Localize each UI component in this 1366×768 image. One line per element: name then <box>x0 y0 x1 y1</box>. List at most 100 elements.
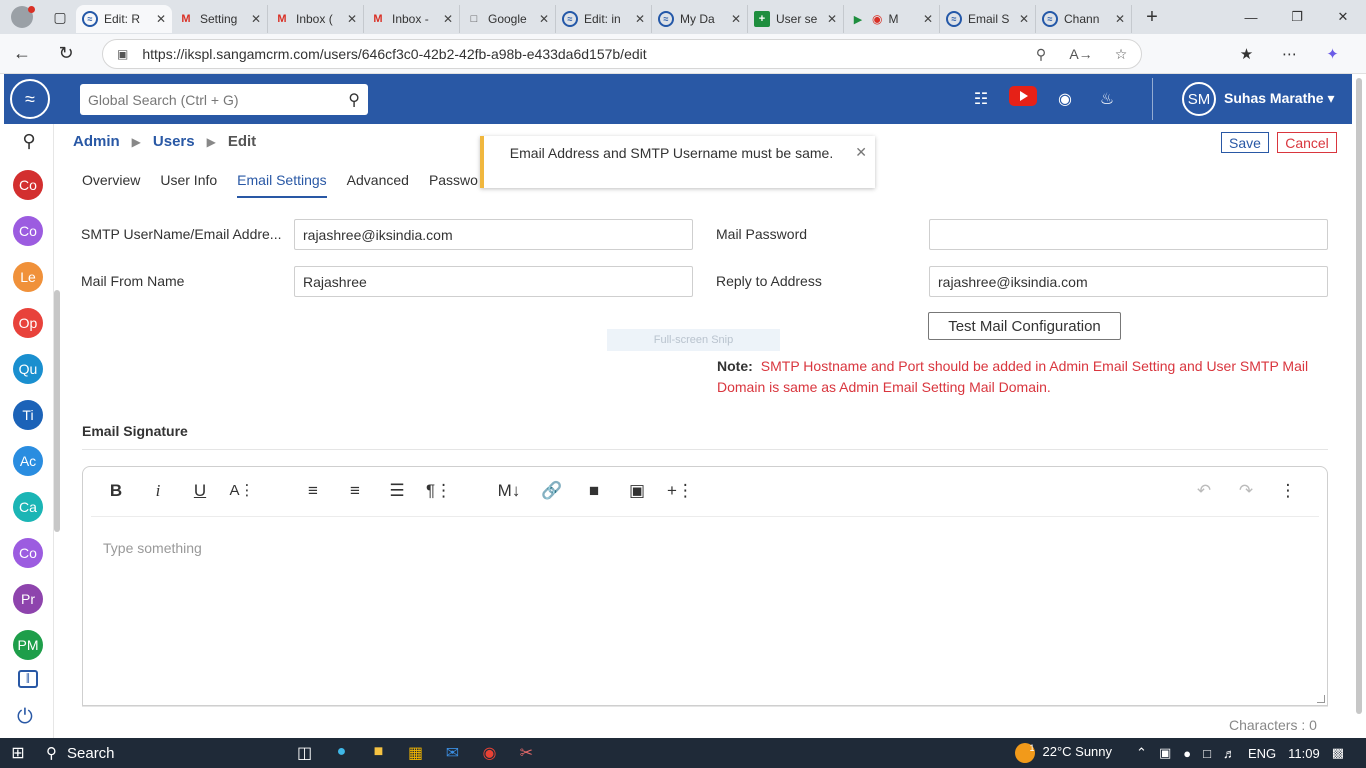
sidebar-module-pm[interactable]: PM <box>13 630 43 660</box>
browser-tab[interactable]: M Inbox (✕ <box>268 5 364 33</box>
read-aloud-icon[interactable]: A→ <box>1061 46 1101 62</box>
tab-actions-button[interactable]: ▢ <box>44 0 76 34</box>
search-icon[interactable]: ⚲ <box>348 90 360 110</box>
insert-more-icon[interactable]: +⋮ <box>667 481 694 505</box>
profile-button[interactable] <box>0 0 44 34</box>
browser-tab[interactable]: M Inbox - ✕ <box>364 5 460 33</box>
font-size-icon[interactable]: A⋮ <box>229 481 255 505</box>
redo-icon[interactable]: ↷ <box>1233 481 1259 505</box>
meet-now-icon[interactable]: ▣ <box>1159 745 1171 761</box>
mail-from-name-input[interactable] <box>294 266 693 297</box>
tab-passwo[interactable]: Passwo <box>429 172 478 198</box>
signature-textarea[interactable]: Type something <box>103 540 202 556</box>
user-name[interactable]: Suhas Marathe <box>1224 90 1324 106</box>
global-search-input[interactable] <box>88 91 349 108</box>
bold-icon[interactable]: B <box>103 481 129 505</box>
align-center-icon[interactable]: ≡ <box>342 481 368 505</box>
breadcrumb-admin[interactable]: Admin <box>73 133 120 150</box>
language-indicator[interactable]: ENG <box>1248 746 1276 761</box>
copilot-icon[interactable]: ✦ <box>1311 39 1354 69</box>
edge-icon[interactable]: ● <box>323 743 360 763</box>
task-view-icon[interactable]: ◫ <box>286 743 323 763</box>
close-tab-icon[interactable]: ✕ <box>156 12 166 26</box>
site-info-icon[interactable]: ▣ <box>117 47 128 61</box>
favorite-star-icon[interactable]: ☆ <box>1101 46 1141 63</box>
network-icon[interactable]: □ <box>1203 746 1211 761</box>
smtp-username-input[interactable] <box>294 219 693 250</box>
tab-overview[interactable]: Overview <box>82 172 140 198</box>
sidebar-module-co[interactable]: Co <box>13 216 43 246</box>
browser-tab[interactable]: ≈ Email S ✕ <box>940 5 1036 33</box>
browser-tab[interactable]: ≈ Edit: in ✕ <box>556 5 652 33</box>
test-mail-configuration-button[interactable]: Test Mail Configuration <box>928 312 1121 340</box>
paragraph-icon[interactable]: ¶⋮ <box>426 481 452 505</box>
user-menu[interactable]: Suhas Marathe ▾ <box>1224 90 1335 107</box>
sidebar-module-qu[interactable]: Qu <box>13 354 43 384</box>
close-tab-icon[interactable]: ✕ <box>635 12 645 26</box>
tab-user-info[interactable]: User Info <box>160 172 217 198</box>
page-scrollbar[interactable] <box>1354 74 1366 738</box>
restore-icon[interactable]: ❐ <box>1274 0 1320 34</box>
minimize-icon[interactable]: — <box>1228 0 1274 34</box>
folder-icon[interactable]: ■ <box>581 481 607 505</box>
breadcrumb-users[interactable]: Users <box>153 133 195 150</box>
sidebar-module-co[interactable]: Co <box>13 538 43 568</box>
reload-icon[interactable]: ↻ <box>44 43 88 64</box>
close-tab-icon[interactable]: ✕ <box>827 12 837 26</box>
document-search-icon[interactable]: ☷ <box>960 89 1002 109</box>
cancel-button[interactable]: Cancel <box>1277 132 1337 153</box>
file-explorer-icon[interactable]: ■ <box>360 743 397 763</box>
sangam-logo-icon[interactable]: ≈ <box>10 79 50 119</box>
url-bar[interactable]: ▣ https://ikspl.sangamcrm.com/users/646c… <box>102 39 1142 69</box>
chevron-down-icon[interactable]: ▾ <box>1327 90 1334 106</box>
browser-tab[interactable]: ≈ Edit: R ✕ <box>76 5 172 33</box>
new-tab-button[interactable]: + <box>1132 6 1172 29</box>
page-scrollbar-thumb[interactable] <box>1356 78 1362 714</box>
align-left-icon[interactable]: ≡ <box>300 481 326 505</box>
taskbar-search[interactable]: ⚲ Search <box>36 738 286 768</box>
sidebar-module-ti[interactable]: Ti <box>13 400 43 430</box>
more-icon[interactable]: ⋯ <box>1268 39 1311 69</box>
key-icon[interactable]: ⚲ <box>1021 46 1061 63</box>
sidebar-module-pr[interactable]: Pr <box>13 584 43 614</box>
clock[interactable]: 11:09 <box>1288 746 1320 761</box>
user-avatar[interactable]: SM <box>1182 82 1216 116</box>
windows-start-icon[interactable]: ⊞ <box>0 743 36 763</box>
close-tab-icon[interactable]: ✕ <box>1019 12 1029 26</box>
sidebar-search-icon[interactable]: ⚲ <box>4 124 54 158</box>
tab-email-settings[interactable]: Email Settings <box>237 172 327 198</box>
underline-icon[interactable]: U <box>187 481 213 505</box>
tab-advanced[interactable]: Advanced <box>347 172 409 198</box>
browser-tab[interactable]: □ Google ✕ <box>460 5 556 33</box>
sidebar-module-ac[interactable]: Ac <box>13 446 43 476</box>
ordered-list-icon[interactable]: ☰ <box>384 481 410 505</box>
save-button[interactable]: Save <box>1221 132 1269 153</box>
browser-tab[interactable]: + User se ✕ <box>748 5 844 33</box>
power-icon[interactable]: ⏻ <box>17 706 33 729</box>
reply-to-input[interactable] <box>929 266 1328 297</box>
weather-widget[interactable]: 1 22°C Sunny <box>1015 743 1124 763</box>
browser-tab[interactable]: ▶ ◉ M ✕ <box>844 5 940 33</box>
close-tab-icon[interactable]: ✕ <box>539 12 549 26</box>
sidebar-module-ca[interactable]: Ca <box>13 492 43 522</box>
sidebar-module-co[interactable]: Co <box>13 170 43 200</box>
store-icon[interactable]: ▦ <box>397 743 434 763</box>
youtube-icon[interactable] <box>1002 86 1044 111</box>
close-tab-icon[interactable]: ✕ <box>1115 12 1125 26</box>
close-tab-icon[interactable]: ✕ <box>347 12 357 26</box>
italic-icon[interactable]: i <box>145 481 171 505</box>
more-options-icon[interactable]: ⋮ <box>1275 481 1301 505</box>
close-window-icon[interactable]: ✕ <box>1320 0 1366 34</box>
snipping-tool-icon[interactable]: ✂ <box>508 743 545 763</box>
globe-icon[interactable]: ◉ <box>1044 89 1086 109</box>
close-tab-icon[interactable]: ✕ <box>731 12 741 26</box>
back-icon[interactable]: ← <box>0 43 44 64</box>
favorites-icon[interactable]: ★ <box>1225 39 1268 69</box>
sidebar-module-le[interactable]: Le <box>13 262 43 292</box>
resize-handle-icon[interactable] <box>1317 695 1325 703</box>
bell-icon[interactable]: ♨ <box>1086 89 1128 109</box>
image-icon[interactable]: ▣ <box>624 481 650 505</box>
microphone-icon[interactable]: ● <box>1183 746 1191 761</box>
link-icon[interactable]: 🔗 <box>539 481 565 505</box>
undo-icon[interactable]: ↶ <box>1191 481 1217 505</box>
